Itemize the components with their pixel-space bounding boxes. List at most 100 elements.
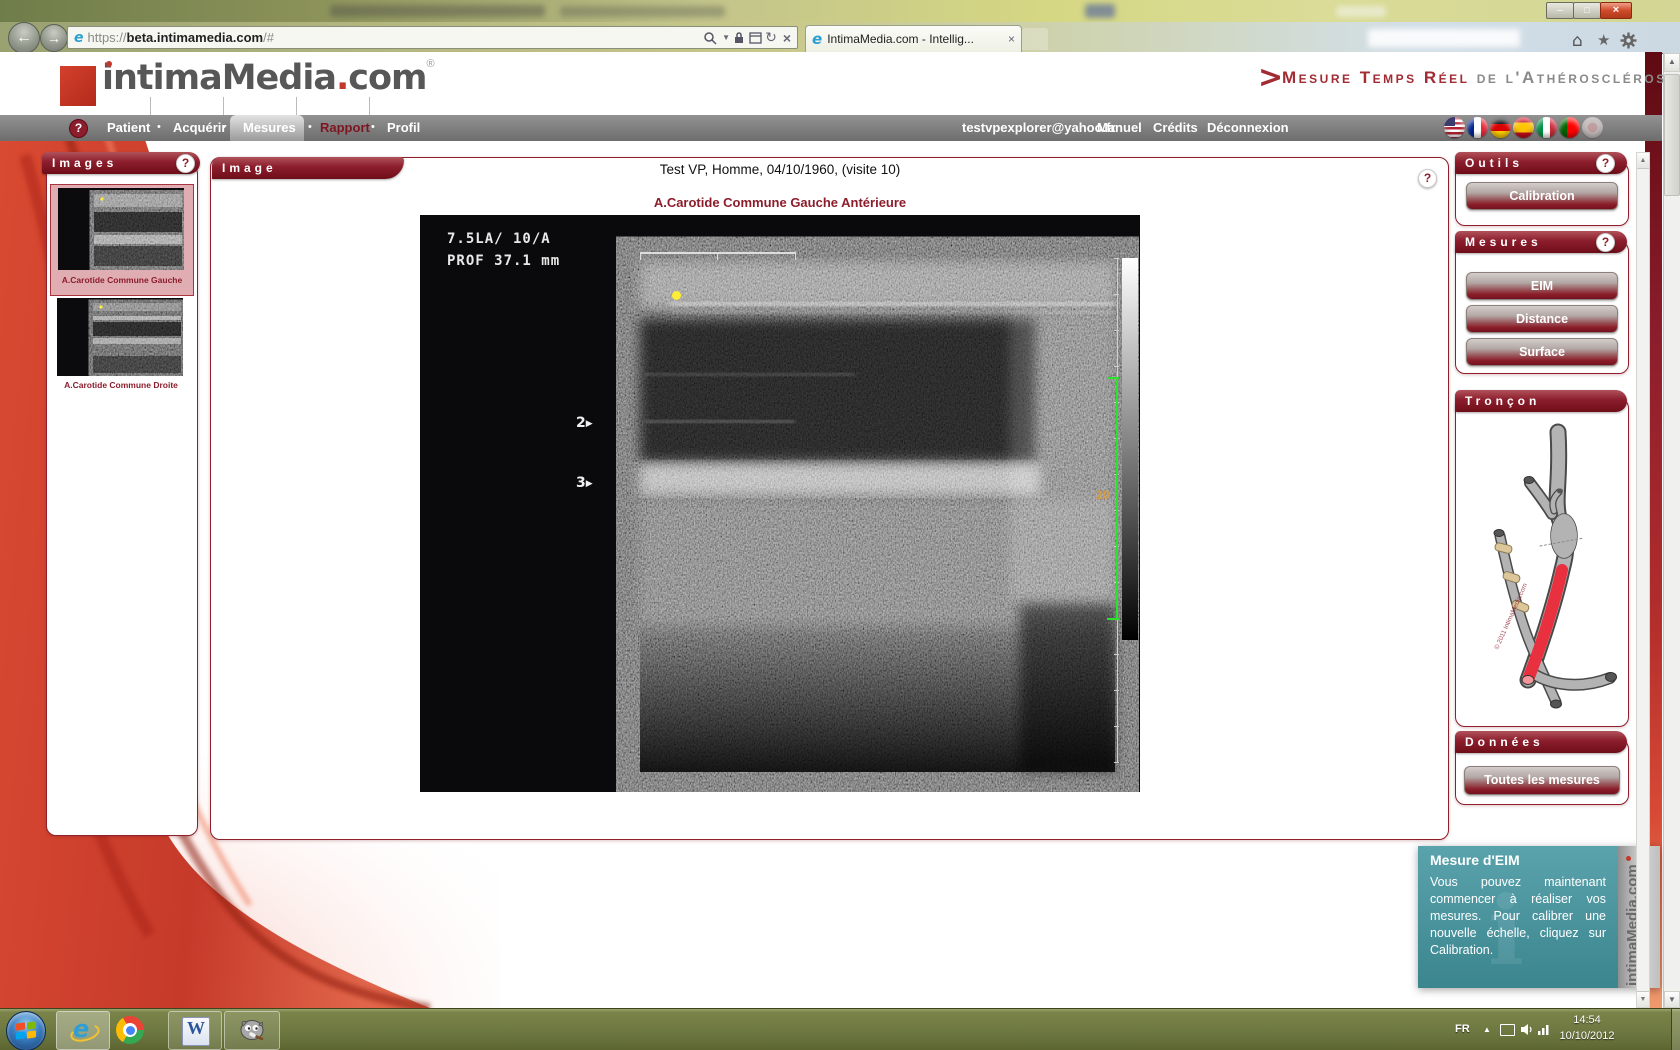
address-bar[interactable]: e https://beta.intimamedia.com/# ▼ ↻ × xyxy=(67,26,798,49)
image-panel-header: Image xyxy=(212,157,404,179)
window-maximize-button[interactable]: □ xyxy=(1573,2,1601,19)
troncon-panel-header: Tronçon xyxy=(1455,390,1627,412)
flag-us-icon[interactable] xyxy=(1444,117,1465,138)
lock-icon xyxy=(733,31,745,45)
flag-france-icon[interactable] xyxy=(1467,117,1488,138)
mesures-help-icon[interactable]: ? xyxy=(1596,233,1615,252)
us-marker-2: 2▶ xyxy=(576,415,593,431)
thumbnail-item-selected[interactable]: A.Carotide Commune Gauche xyxy=(50,184,194,296)
taskbar-word-button[interactable]: W xyxy=(168,1011,222,1050)
tooltip-title: Mesure d'EIM xyxy=(1430,852,1520,868)
nav-item-acquerir[interactable]: Acquérir xyxy=(173,120,226,135)
compatibility-view-icon[interactable] xyxy=(749,31,762,45)
favorites-star-icon[interactable]: ★ xyxy=(1597,31,1615,49)
blurred-window-controls xyxy=(1336,6,1386,17)
screen: ─ □ × ← → e https://beta.intimamedia.com… xyxy=(0,0,1680,1050)
site-logo[interactable]: intimaMedia.com® xyxy=(102,58,435,100)
us-ruler-tick xyxy=(717,252,718,260)
windows-logo-pane xyxy=(16,1031,25,1039)
taskbar-chrome-button[interactable] xyxy=(116,1016,144,1044)
page-favicon-ie: e xyxy=(74,30,84,46)
page-scroll-up-arrow[interactable]: ▲ xyxy=(1637,153,1649,169)
browser-scrollbar[interactable]: ▲ ▼ xyxy=(1663,53,1680,1008)
images-help-icon[interactable]: ? xyxy=(176,154,195,173)
us-annotation-probe: 7.5LA/ 10/A xyxy=(447,231,551,247)
browser-forward-button[interactable]: → xyxy=(40,24,68,52)
start-button[interactable] xyxy=(6,1011,46,1050)
show-desktop-button[interactable] xyxy=(1671,1009,1680,1050)
nav-help-icon[interactable]: ? xyxy=(69,119,88,138)
flag-spain-icon[interactable] xyxy=(1513,117,1534,138)
blurred-title-text xyxy=(560,6,725,17)
window-close-button[interactable]: × xyxy=(1600,2,1632,19)
eim-button[interactable]: EIM xyxy=(1466,272,1618,300)
thumbnail-item[interactable]: A.Carotide Commune Droite xyxy=(50,296,192,396)
flag-italy-icon[interactable] xyxy=(1536,117,1557,138)
browser-scroll-up-arrow[interactable]: ▲ xyxy=(1664,53,1680,72)
mesures-title: Mesures xyxy=(1465,235,1542,249)
taskbar-ie-button[interactable]: e xyxy=(56,1011,110,1050)
nav-link-credits[interactable]: Crédits xyxy=(1153,120,1198,135)
page-scroll-down-arrow[interactable]: ▼ xyxy=(1637,991,1649,1007)
nav-item-mesures[interactable]: Mesures xyxy=(243,120,296,135)
logo-registered-mark: ® xyxy=(427,58,435,70)
outils-help-icon[interactable]: ? xyxy=(1596,154,1615,173)
nav-dot: • xyxy=(222,121,226,133)
calibration-button[interactable]: Calibration xyxy=(1466,182,1618,210)
nav-separator-line xyxy=(369,97,370,115)
us-marker-dot-yellow[interactable] xyxy=(672,291,681,300)
flag-portugal-icon[interactable] xyxy=(1559,117,1580,138)
eim-scale-green-line[interactable] xyxy=(1116,377,1118,620)
thumbnail-image-droite[interactable] xyxy=(57,298,183,376)
nav-link-deconnexion[interactable]: Déconnexion xyxy=(1207,120,1289,135)
page-scrollbar[interactable]: ▲ ▼ xyxy=(1636,152,1650,1008)
settings-gear-icon[interactable] xyxy=(1620,32,1637,49)
window-minimize-button[interactable]: ─ xyxy=(1546,2,1574,19)
taskbar-gimp-button[interactable] xyxy=(224,1011,280,1050)
home-icon[interactable]: ⌂ xyxy=(1572,31,1590,49)
artery-diagram[interactable]: © 2011 IntimaMedia.com xyxy=(1462,418,1620,716)
toutes-les-mesures-button[interactable]: Toutes les mesures xyxy=(1464,766,1620,795)
tray-clock-time[interactable]: 14:54 xyxy=(1548,1014,1626,1026)
search-icon[interactable] xyxy=(703,31,717,45)
refresh-icon[interactable]: ↻ xyxy=(765,29,777,46)
browser-scroll-down-arrow[interactable]: ▼ xyxy=(1664,991,1680,1008)
tooltip-content: i Mesure d'EIM Vous pouvez maintenant co… xyxy=(1418,846,1618,988)
background-window-titlebar xyxy=(0,0,1680,22)
nav-link-manuel[interactable]: Manuel xyxy=(1097,120,1142,135)
tray-display-icon[interactable] xyxy=(1500,1024,1515,1036)
images-panel-title: Images xyxy=(52,156,117,170)
nav-item-profil[interactable]: Profil xyxy=(387,120,420,135)
user-email[interactable]: testvpexplorer@yahoo.fr xyxy=(962,120,1116,135)
nav-item-patient[interactable]: Patient xyxy=(107,120,150,135)
chrome-icon-center xyxy=(126,1026,135,1035)
distance-button[interactable]: Distance xyxy=(1466,305,1618,333)
logo-dot: . xyxy=(336,58,348,98)
tray-clock-date[interactable]: 10/10/2012 xyxy=(1548,1030,1626,1042)
tab-title: IntimaMedia.com - Intellig... xyxy=(827,32,974,46)
search-dropdown-icon[interactable]: ▼ xyxy=(722,33,730,42)
tray-volume-icon[interactable] xyxy=(1520,1023,1533,1036)
logo-text-com: com xyxy=(348,58,426,98)
nav-dot: • xyxy=(371,121,375,133)
blurred-title-text xyxy=(330,5,545,17)
ultrasound-image[interactable] xyxy=(420,215,1140,792)
us-annotation-depth: PROF 37.1 mm xyxy=(447,253,560,269)
browser-back-button[interactable]: ← xyxy=(8,22,40,54)
stop-icon[interactable]: × xyxy=(783,30,791,46)
close-icon: × xyxy=(1613,4,1619,16)
image-panel-title: Image xyxy=(222,161,277,175)
tray-expand-icon[interactable]: ▲ xyxy=(1483,1025,1491,1034)
browser-scroll-thumb[interactable] xyxy=(1664,74,1680,196)
nav-item-rapport[interactable]: Rapport xyxy=(320,120,370,135)
flag-germany-icon[interactable] xyxy=(1490,117,1511,138)
taskbar: e W FR ▲ xyxy=(0,1008,1680,1050)
new-tab-button[interactable] xyxy=(1022,28,1048,50)
image-panel-help-icon[interactable]: ? xyxy=(1418,169,1437,188)
browser-tab[interactable]: e IntimaMedia.com - Intellig... × xyxy=(805,25,1022,52)
thumbnail-image-gauche[interactable] xyxy=(58,188,184,270)
tray-language[interactable]: FR xyxy=(1455,1023,1470,1035)
surface-button[interactable]: Surface xyxy=(1466,338,1618,366)
outils-title: Outils xyxy=(1465,156,1523,170)
tab-close-icon[interactable]: × xyxy=(1008,32,1015,46)
